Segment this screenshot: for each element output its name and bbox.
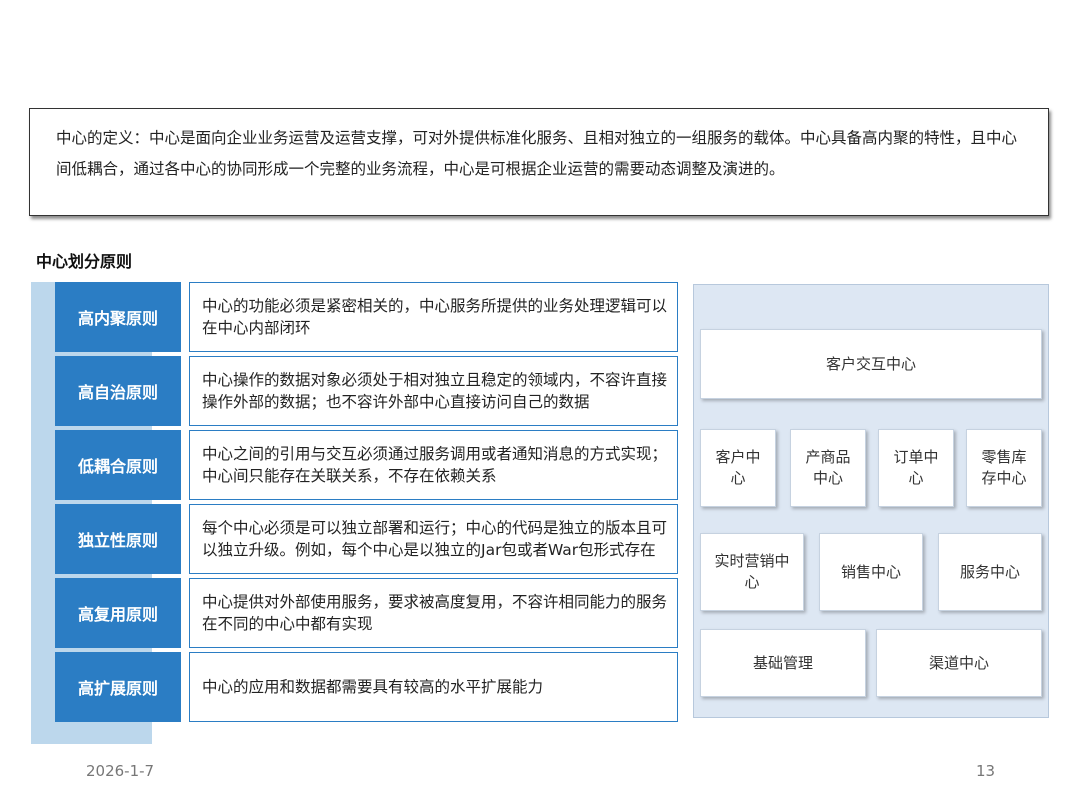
center-architecture-panel: 客户交互中心 客户中心 产商品中心 订单中心 零售库存中心 实时营销中心 销售中…	[693, 284, 1049, 718]
principle-name: 高扩展原则	[55, 652, 181, 722]
principle-row-independence: 独立性原则 每个中心必须是可以独立部署和运行；中心的代码是独立的版本且可以独立升…	[55, 504, 678, 574]
footer-date: 2026-1-7	[86, 762, 155, 780]
principle-name: 低耦合原则	[55, 430, 181, 500]
principle-description: 中心操作的数据对象必须处于相对独立且稳定的领域内，不容许直接操作外部的数据；也不…	[189, 356, 678, 426]
principle-description: 每个中心必须是可以独立部署和运行；中心的代码是独立的版本且可以独立升级。例如，每…	[189, 504, 678, 574]
center-box-retail-inventory: 零售库存中心	[966, 429, 1042, 507]
principle-row-cohesion: 高内聚原则 中心的功能必须是紧密相关的，中心服务所提供的业务处理逻辑可以在中心内…	[55, 282, 678, 352]
principle-description: 中心提供对外部使用服务，要求被高度复用，不容许相同能力的服务在不同的中心中都有实…	[189, 578, 678, 648]
principle-description: 中心的应用和数据都需要具有较高的水平扩展能力	[189, 652, 678, 722]
center-box-customer-interaction: 客户交互中心	[700, 329, 1042, 399]
center-box-customer: 客户中心	[700, 429, 776, 507]
principle-name: 高内聚原则	[55, 282, 181, 352]
principle-name: 高自治原则	[55, 356, 181, 426]
center-box-sales: 销售中心	[819, 533, 923, 611]
principle-description: 中心之间的引用与交互必须通过服务调用或者通知消息的方式实现；中心间只能存在关联关…	[189, 430, 678, 500]
center-definition-text: 中心的定义：中心是面向企业业务运营及运营支撑，可对外提供标准化服务、且相对独立的…	[56, 129, 1018, 178]
principle-row-low-coupling: 低耦合原则 中心之间的引用与交互必须通过服务调用或者通知消息的方式实现；中心间只…	[55, 430, 678, 500]
principle-row-scalability: 高扩展原则 中心的应用和数据都需要具有较高的水平扩展能力	[55, 652, 678, 722]
center-box-service: 服务中心	[938, 533, 1042, 611]
principle-description: 中心的功能必须是紧密相关的，中心服务所提供的业务处理逻辑可以在中心内部闭环	[189, 282, 678, 352]
center-box-basic-management: 基础管理	[700, 629, 866, 697]
center-definition-box: 中心的定义：中心是面向企业业务运营及运营支撑，可对外提供标准化服务、且相对独立的…	[29, 108, 1049, 216]
principle-name: 独立性原则	[55, 504, 181, 574]
center-box-product: 产商品中心	[790, 429, 866, 507]
center-box-order: 订单中心	[878, 429, 954, 507]
section-title: 中心划分原则	[36, 252, 133, 271]
principle-row-reuse: 高复用原则 中心提供对外部使用服务，要求被高度复用，不容许相同能力的服务在不同的…	[55, 578, 678, 648]
center-box-channel: 渠道中心	[876, 629, 1042, 697]
center-box-realtime-marketing: 实时营销中心	[700, 533, 804, 611]
principle-name: 高复用原则	[55, 578, 181, 648]
page-number: 13	[976, 762, 996, 780]
principle-row-autonomy: 高自治原则 中心操作的数据对象必须处于相对独立且稳定的领域内，不容许直接操作外部…	[55, 356, 678, 426]
